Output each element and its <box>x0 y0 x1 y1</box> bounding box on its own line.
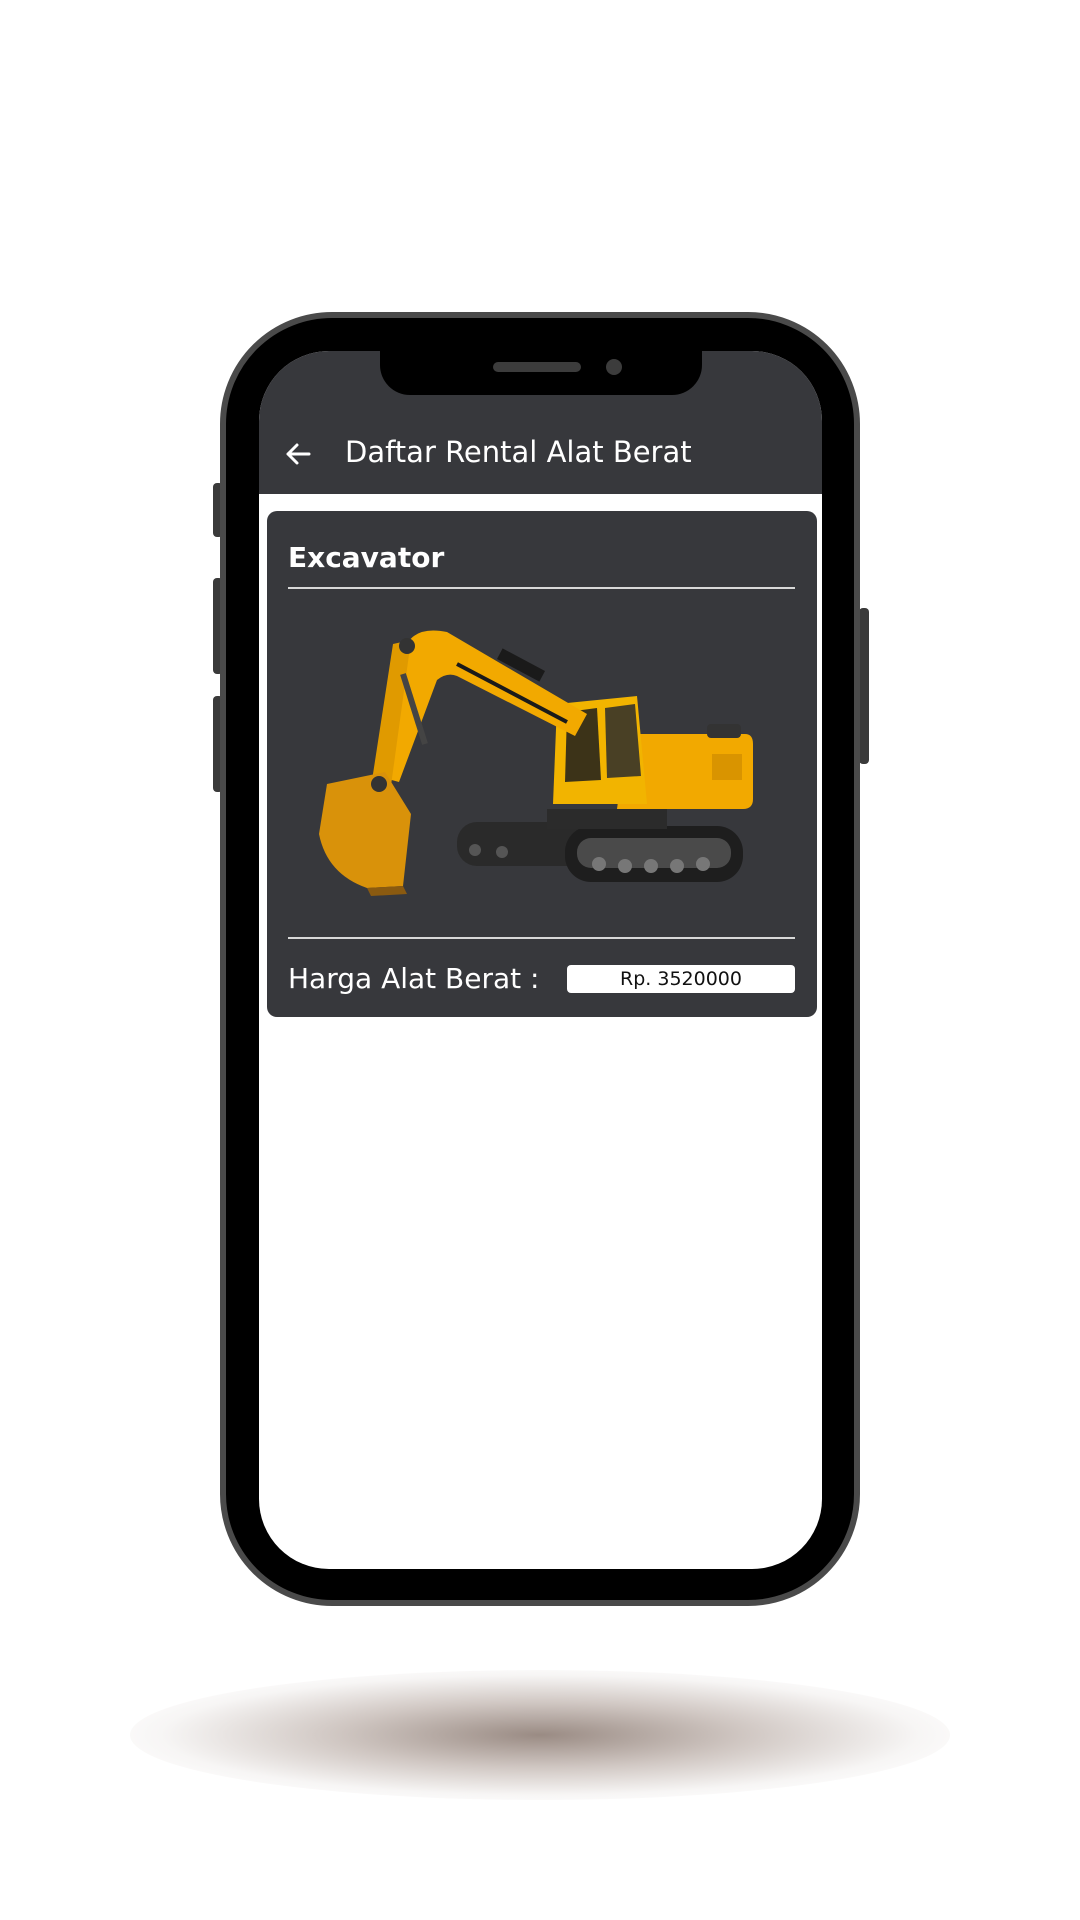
power-button <box>859 608 869 764</box>
mockup-stage: Daftar Rental Alat Berat Excavator Harga… <box>0 0 1080 1920</box>
front-camera <box>606 359 622 375</box>
divider <box>288 587 795 589</box>
floor-shadow <box>130 1670 950 1800</box>
page-title: Daftar Rental Alat Berat <box>345 435 692 469</box>
price-value-field: Rp. 3520000 <box>567 965 795 993</box>
divider <box>288 937 795 939</box>
equipment-card[interactable]: Excavator Harga Alat Berat: Rp. 3520000 <box>267 511 817 1017</box>
price-label: Harga Alat Berat : <box>288 962 540 995</box>
speaker-grille <box>493 362 581 372</box>
excavator-image <box>319 630 753 896</box>
equipment-name: Excavator <box>288 541 445 574</box>
arrow-left-icon[interactable] <box>283 439 313 469</box>
phone-screen: Daftar Rental Alat Berat Excavator Harga… <box>259 351 822 1569</box>
